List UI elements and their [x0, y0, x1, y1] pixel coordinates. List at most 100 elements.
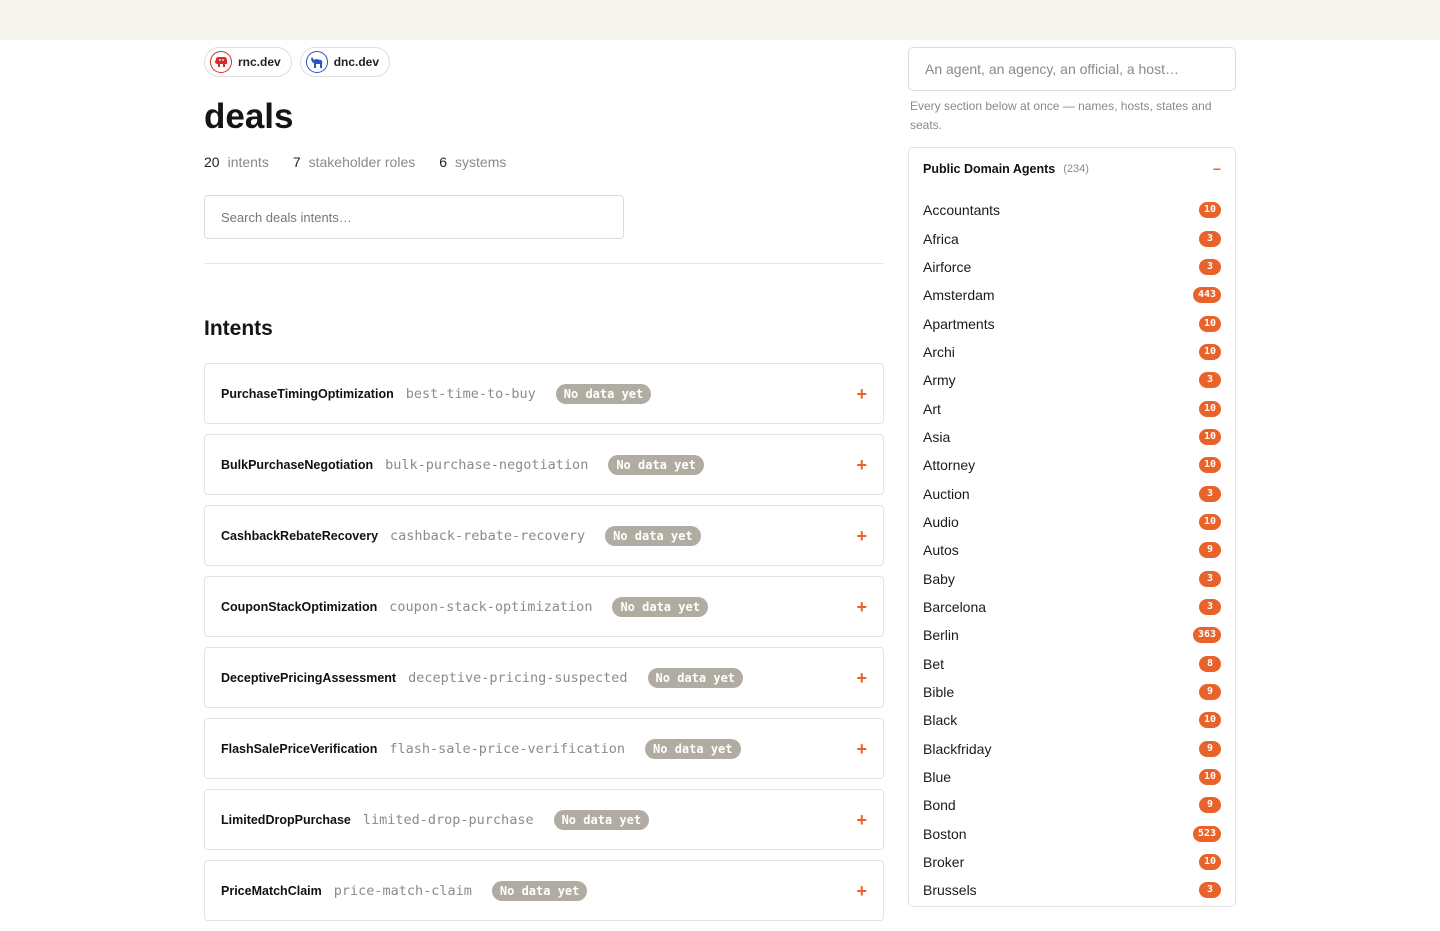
intent-name: CashbackRebateRecovery: [221, 528, 379, 543]
agent-name: Autos: [923, 542, 959, 559]
count-badge: 443: [1192, 287, 1221, 304]
stat-label: intents: [227, 154, 269, 170]
agent-list-item[interactable]: Amsterdam 443: [923, 281, 1221, 309]
status-badge: No data yet: [647, 667, 744, 688]
stat-label: stakeholder roles: [308, 154, 416, 170]
agent-list-item[interactable]: Attorney 10: [923, 451, 1221, 479]
count-badge: 10: [1198, 457, 1221, 474]
agent-name: Army: [923, 372, 956, 389]
status-badge: No data yet: [612, 596, 708, 617]
agent-name: Brussels: [923, 882, 977, 899]
agent-list-item[interactable]: Archi 10: [923, 338, 1221, 366]
expand-icon[interactable]: +: [856, 527, 867, 545]
intent-row[interactable]: BulkPurchaseNegotiation bulk-purchase-neg…: [204, 434, 884, 495]
agent-list-item[interactable]: Art 10: [923, 394, 1221, 422]
count-badge: 3: [1199, 258, 1221, 275]
agent-list-item[interactable]: Bet 8: [923, 650, 1221, 678]
expand-icon[interactable]: +: [856, 811, 867, 829]
agent-list-item[interactable]: Africa 3: [923, 224, 1221, 252]
count-badge: 3: [1199, 372, 1221, 389]
agent-name: Asia: [923, 428, 951, 445]
agent-list-item[interactable]: Blackfriday 9: [923, 735, 1221, 763]
agent-list-item[interactable]: Baby 3: [923, 564, 1221, 592]
agent-list-item[interactable]: Brussels 3: [923, 876, 1221, 904]
agent-list-item[interactable]: Auction 3: [923, 479, 1221, 507]
agent-list-item[interactable]: Black 10: [923, 706, 1221, 734]
agent-list-item[interactable]: Accountants 10: [923, 196, 1221, 224]
count-badge: 10: [1198, 769, 1221, 786]
dnc-chip-label: dnc.dev: [333, 55, 380, 69]
agent-list-item[interactable]: Audio 10: [923, 508, 1221, 536]
agent-name: Boston: [923, 825, 967, 842]
collapse-icon[interactable]: −: [1213, 161, 1221, 177]
intent-list: PurchaseTimingOptimization best-time-to-b…: [204, 363, 884, 931]
count-badge: 523: [1192, 825, 1221, 842]
count-badge: 9: [1199, 684, 1221, 701]
status-badge: No data yet: [555, 383, 652, 404]
count-badge: 10: [1198, 202, 1221, 219]
intents-heading: Intents: [204, 317, 273, 340]
agent-name: Baby: [923, 570, 955, 587]
intent-search-input[interactable]: [204, 195, 624, 239]
agent-name: Broker: [923, 854, 965, 871]
agent-list-item[interactable]: Barcelona 3: [923, 593, 1221, 621]
rnc-chip[interactable]: rnc.dev: [204, 47, 292, 77]
intent-name: DeceptivePricingAssessment: [221, 670, 397, 685]
count-badge: 9: [1199, 797, 1221, 814]
agent-list-item[interactable]: Broker 10: [923, 848, 1221, 876]
dnc-chip[interactable]: dnc.dev: [299, 47, 391, 77]
divider: [204, 263, 884, 264]
panel-header[interactable]: Public Domain Agents (234) −: [909, 148, 1235, 190]
expand-icon[interactable]: +: [856, 598, 867, 616]
count-badge: 3: [1199, 570, 1221, 587]
agent-name: Bible: [923, 684, 955, 701]
agent-list-item[interactable]: Blue 10: [923, 763, 1221, 791]
expand-icon[interactable]: +: [856, 740, 867, 758]
intent-row[interactable]: CouponStackOptimization coupon-stack-opti…: [204, 576, 884, 637]
intent-slug: best-time-to-buy: [405, 385, 536, 402]
intent-name: BulkPurchaseNegotiation: [221, 457, 374, 472]
status-badge: No data yet: [605, 525, 701, 546]
intent-row[interactable]: DeceptivePricingAssessment deceptive-pric…: [204, 647, 884, 708]
intent-slug: bulk-purchase-negotiation: [385, 456, 589, 473]
agent-list-item[interactable]: Bible 9: [923, 678, 1221, 706]
intent-row[interactable]: FlashSalePriceVerification flash-sale-pri…: [204, 718, 884, 779]
agent-list-item[interactable]: Autos 9: [923, 536, 1221, 564]
intent-name: PriceMatchClaim: [221, 883, 322, 898]
agent-name: Airforce: [923, 258, 972, 275]
intent-slug: coupon-stack-optimization: [389, 598, 593, 615]
agent-list-item[interactable]: Army 3: [923, 366, 1221, 394]
agent-list-item[interactable]: Boston 523: [923, 820, 1221, 848]
intent-row[interactable]: LimitedDropPurchase limited-drop-purchase…: [204, 789, 884, 850]
page-title: deals: [204, 97, 294, 136]
count-badge: 3: [1199, 230, 1221, 247]
intent-row[interactable]: PriceMatchClaim price-match-claim No data …: [204, 860, 884, 921]
intent-slug: flash-sale-price-verification: [389, 740, 626, 757]
agent-list-item[interactable]: Bond 9: [923, 791, 1221, 819]
top-bar: [0, 0, 1440, 40]
expand-icon[interactable]: +: [856, 385, 867, 403]
intent-name: LimitedDropPurchase: [221, 812, 351, 827]
agent-name: Bet: [923, 655, 945, 672]
intent-slug: price-match-claim: [333, 882, 472, 899]
agent-name: Apartments: [923, 315, 995, 332]
agent-search-input[interactable]: [908, 47, 1236, 91]
elephant-icon: [210, 51, 232, 73]
expand-icon[interactable]: +: [856, 456, 867, 474]
expand-icon[interactable]: +: [856, 669, 867, 687]
agent-list-item[interactable]: Apartments 10: [923, 309, 1221, 337]
agent-name: Black: [923, 712, 958, 729]
agent-name: Bond: [923, 797, 956, 814]
intent-name: FlashSalePriceVerification: [221, 741, 378, 756]
agent-list-item[interactable]: Asia 10: [923, 423, 1221, 451]
intent-row[interactable]: PurchaseTimingOptimization best-time-to-b…: [204, 363, 884, 424]
stat-systems: 6 systems: [439, 154, 506, 170]
agent-list-item[interactable]: Berlin 363: [923, 621, 1221, 649]
agent-name: Blackfriday: [923, 740, 992, 757]
status-badge: No data yet: [608, 454, 704, 475]
agent-name: Amsterdam: [923, 287, 995, 304]
count-badge: 10: [1198, 315, 1221, 332]
expand-icon[interactable]: +: [856, 882, 867, 900]
agent-list-item[interactable]: Airforce 3: [923, 253, 1221, 281]
intent-row[interactable]: CashbackRebateRecovery cashback-rebate-re…: [204, 505, 884, 566]
